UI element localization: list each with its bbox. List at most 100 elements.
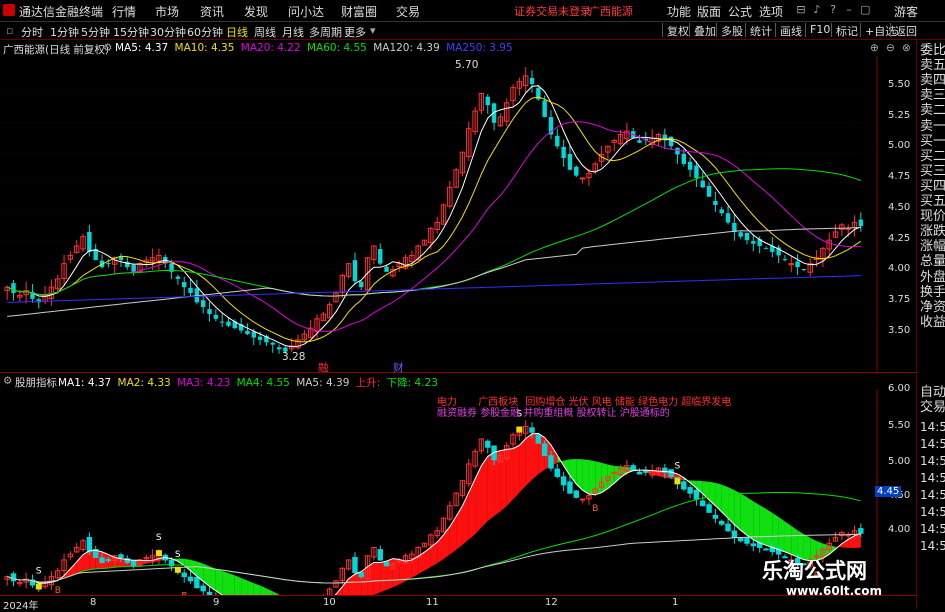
- bell-icon[interactable]: ♪: [812, 5, 822, 15]
- ma120-label: MA120:: [373, 42, 416, 54]
- menu-hangqing[interactable]: 行情: [112, 3, 136, 20]
- sidebar-item: 净资: [920, 301, 945, 315]
- period-15min[interactable]: 15分钟: [113, 24, 149, 40]
- sidebar-item: 卖二: [920, 104, 945, 118]
- user-label[interactable]: 游客: [894, 3, 918, 20]
- candlestick-chart[interactable]: [0, 56, 916, 372]
- tool-f10[interactable]: F10: [805, 23, 830, 37]
- sidebar-time: 14:56: [920, 454, 945, 468]
- sub-candle-body: [201, 586, 205, 591]
- sidebar-time: 14:56: [920, 420, 945, 434]
- tool-fuquan[interactable]: 复权: [662, 23, 689, 37]
- period-multi[interactable]: 多周期: [309, 24, 342, 40]
- sub-candle-body: [637, 472, 641, 474]
- sell-signal-icon: S: [36, 567, 42, 577]
- tool-biaoji[interactable]: 标记: [831, 23, 858, 37]
- period-fenshi[interactable]: 分时: [21, 24, 43, 40]
- stock-title[interactable]: 广西能源(日线 前复权): [3, 42, 109, 57]
- candle-body: [669, 137, 673, 147]
- tool-huaxian[interactable]: 画线: [775, 23, 802, 37]
- more-dropdown-icon[interactable]: ▾: [370, 24, 376, 37]
- trend-ribbon: [791, 526, 797, 557]
- menu-xuanxiang[interactable]: 选项: [759, 3, 783, 20]
- watermark-title: 乐淘公式网: [762, 555, 867, 585]
- sub-ma5-label: MA5:: [296, 377, 326, 389]
- sub-candle-body: [568, 482, 572, 493]
- sub-y-tick-550: 5.50: [888, 420, 910, 431]
- trade-login-notice[interactable]: 证券交易未登录: [514, 3, 591, 19]
- period-1min[interactable]: 1分钟: [50, 24, 79, 40]
- sidebar-item: 卖三: [920, 89, 945, 103]
- period-monthly[interactable]: 月线: [282, 24, 304, 40]
- indicator-name[interactable]: 股朋指标: [15, 375, 57, 390]
- tool-tongji[interactable]: 统计: [745, 23, 772, 37]
- sub-candle-body: [751, 544, 755, 546]
- tool-diejia[interactable]: 叠加: [689, 23, 716, 37]
- chart-plus-icon[interactable]: ⊕: [870, 42, 879, 54]
- menu-banmian[interactable]: 版面: [697, 3, 721, 20]
- sub-candle-body: [745, 538, 749, 543]
- sub-candle-body: [859, 529, 863, 534]
- tool-back[interactable]: 返回: [890, 23, 917, 37]
- indicator-gear-icon[interactable]: ⚙: [3, 375, 12, 387]
- sub-candle-body: [580, 499, 584, 500]
- period-weekly[interactable]: 周线: [254, 24, 276, 40]
- candle-body: [182, 282, 186, 287]
- sub-candle-body: [738, 538, 742, 541]
- sidebar-lower-item[interactable]: 自动: [920, 386, 945, 400]
- candle-body: [359, 281, 363, 287]
- sidebar-item: 买三: [920, 165, 945, 179]
- sub-ma4-label: MA4:: [237, 377, 267, 389]
- ma10-label: MA10:: [175, 42, 211, 54]
- trend-ribbon: [589, 460, 595, 495]
- sidebar-item: 涨幅: [920, 240, 945, 254]
- trend-ribbon: [519, 439, 525, 493]
- menu-wenxiaoda[interactable]: 问小达: [288, 3, 324, 20]
- toolbar-square-icon[interactable]: ▫: [6, 24, 13, 37]
- tool-duogu[interactable]: 多股: [716, 23, 743, 37]
- menu-caifuquan[interactable]: 财富圈: [341, 3, 377, 20]
- sub-ma-legend: MA1: 4.37 MA2: 4.33 MA3: 4.23 MA4: 4.55 …: [58, 375, 438, 390]
- menu-zixun[interactable]: 资讯: [200, 3, 224, 20]
- sub-candle-body: [11, 574, 15, 581]
- trend-ribbon: [222, 571, 228, 595]
- sub-candle-body: [384, 562, 388, 566]
- menu-faxian[interactable]: 发现: [244, 3, 268, 20]
- sidebar-lower-item[interactable]: 交易: [920, 401, 945, 415]
- sidebar-time: 14:56: [920, 471, 945, 485]
- trend-ribbon: [481, 456, 487, 527]
- period-5min[interactable]: 5分钟: [81, 24, 110, 40]
- maximize-icon[interactable]: ▢: [860, 5, 870, 15]
- menu-gongshi[interactable]: 公式: [728, 3, 752, 20]
- candle-body: [245, 331, 249, 334]
- chart-close-icon[interactable]: ⊗: [902, 42, 911, 54]
- period-60min[interactable]: 60分钟: [187, 24, 223, 40]
- minimize-icon[interactable]: –: [844, 5, 854, 15]
- concept-tag: 超临界发电: [681, 397, 731, 408]
- x-label-9: 9: [213, 597, 219, 608]
- candle-body: [574, 167, 578, 176]
- sub-candle-body: [106, 560, 110, 561]
- ma250-value: 3.95: [489, 42, 512, 54]
- period-30min[interactable]: 30分钟: [150, 24, 186, 40]
- candle-body: [783, 259, 787, 260]
- concept-tag: 融资融券: [437, 408, 477, 419]
- period-more[interactable]: 更多: [344, 24, 366, 40]
- chart-collapse-icon[interactable]: ⊖: [886, 42, 895, 54]
- menu-shichang[interactable]: 市场: [155, 3, 179, 20]
- ma20-value: 4.22: [277, 42, 300, 54]
- sidebar-item: 卖四: [920, 74, 945, 88]
- menu-gongneng[interactable]: 功能: [667, 3, 691, 20]
- settings-gear-icon[interactable]: ⚙: [103, 42, 112, 54]
- help-icon[interactable]: ?: [828, 5, 838, 15]
- period-daily[interactable]: 日线: [226, 24, 248, 40]
- restore-icon[interactable]: ⊟: [796, 5, 806, 15]
- candle-body: [207, 309, 211, 314]
- signal-box: [36, 584, 42, 590]
- ma250-label: MA250:: [446, 42, 489, 54]
- sidebar-item: 涨跌: [920, 225, 945, 239]
- menu-jiaoyi[interactable]: 交易: [396, 3, 420, 20]
- sidebar-item: 卖一: [920, 120, 945, 134]
- ma5-value: 4.37: [145, 42, 168, 54]
- sidebar-item: 卖五: [920, 59, 945, 73]
